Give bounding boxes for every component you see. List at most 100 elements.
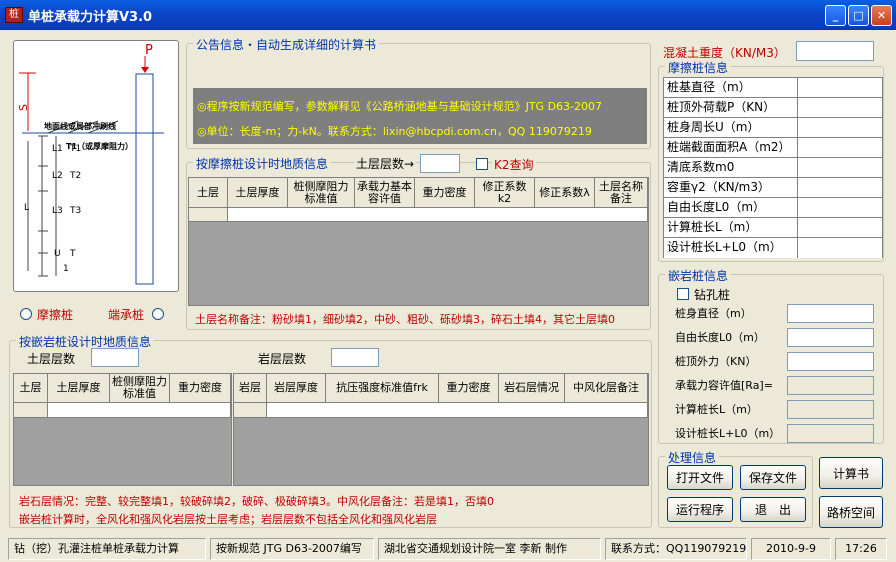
u-label: U — [54, 249, 61, 259]
rock-soil-table[interactable]: 土层 土层厚度 桩侧摩阻力标准值 重力密度 — [13, 373, 232, 486]
report-button[interactable]: 计算书 — [819, 457, 883, 489]
open-file-button[interactable]: 打开文件 — [667, 465, 733, 490]
rp-row-label: 自由长度L0（m） — [675, 331, 765, 344]
table-row[interactable] — [228, 208, 648, 222]
end-bearing-pile-radio[interactable] — [152, 308, 164, 320]
fp-value-cell[interactable] — [798, 218, 882, 238]
rl-col-header[interactable]: 岩石层情况 — [499, 374, 565, 403]
minimize-icon[interactable]: _ — [825, 5, 846, 26]
rock-soil-layers-input[interactable] — [91, 348, 139, 367]
fp-row-label: 桩顶外荷载P（KN） — [664, 98, 798, 118]
run-program-button[interactable]: 运行程序 — [667, 497, 733, 522]
close-icon[interactable]: ✕ — [871, 5, 892, 26]
fp-value-cell[interactable] — [798, 158, 882, 178]
fg-col-header[interactable]: 修正系数λ — [535, 178, 595, 208]
fg-col-header[interactable]: 土层名称备注 — [595, 178, 648, 208]
load-p-label: P — [145, 43, 153, 58]
table-row[interactable] — [267, 403, 648, 418]
fp-value-cell[interactable] — [798, 238, 882, 258]
rock-pile-allowable-output — [787, 376, 874, 395]
t1-label: T1 — [70, 144, 82, 154]
notice-title: 公告信息・自动生成详细的计算书 — [193, 36, 380, 53]
status-time: 17:26 — [835, 538, 887, 560]
status-spec: 按新规范 JTG D63-2007编写 — [210, 538, 374, 560]
friction-pile-table[interactable]: 桩基直径（m） 桩顶外荷载P（KN） 桩身周长U（m） 桩端截面面积A（m2） … — [663, 77, 883, 258]
fp-value-cell[interactable] — [798, 98, 882, 118]
length-l-label: L — [24, 203, 30, 213]
rp-row-label: 桩顶外力（KN） — [675, 355, 757, 368]
notice-line-2: ◎单位：长度-m；力-kN。联系方式：lixin@hbcpdi.com.cn，Q… — [197, 125, 592, 138]
rock-pile-diameter-input[interactable] — [787, 304, 874, 323]
fg-col-header[interactable]: 修正系数k2 — [475, 178, 535, 208]
rs-col-header[interactable]: 土层厚度 — [48, 374, 110, 403]
fg-col-header[interactable]: 土层 — [189, 178, 228, 208]
status-date: 2010-9-9 — [751, 538, 831, 560]
rock-pile-free-length-input[interactable] — [787, 328, 874, 347]
pile-diagram-svg — [19, 56, 164, 285]
fg-col-header[interactable]: 桩侧摩阻力标准值 — [288, 178, 355, 208]
processing-title: 处理信息 — [665, 449, 720, 466]
rock-layer-table[interactable]: 岩层 岩层厚度 抗压强度标准值frk 重力密度 岩石层情况 中风化层备注 — [233, 373, 649, 486]
rl-row-header — [234, 403, 267, 418]
fp-value-cell[interactable] — [798, 118, 882, 138]
rl-col-header[interactable]: 岩层 — [234, 374, 267, 403]
fp-row-label: 清底系数m0 — [664, 158, 798, 178]
rock-soil-layers-label: 土层层数 — [27, 352, 76, 366]
rock-pile-design-length-output — [787, 424, 874, 443]
rs-row-header — [14, 403, 48, 418]
window-title: 单桩承载力计算V3.0 — [28, 10, 153, 25]
friction-pile-radio[interactable] — [20, 308, 32, 320]
concrete-weight-input[interactable] — [796, 41, 874, 61]
fp-value-cell[interactable] — [798, 138, 882, 158]
friction-geology-table[interactable]: 土层 土层厚度 桩侧摩阻力标准值 承载力基本容许值 重力密度 修正系数k2 修正… — [188, 177, 649, 306]
l2-label: L2 — [52, 171, 63, 181]
rl-col-header[interactable]: 中风化层备注 — [565, 374, 648, 403]
fp-value-cell[interactable] — [798, 78, 882, 98]
bored-pile-checkbox[interactable] — [677, 288, 689, 300]
rp-row-label: 桩身直径（m） — [675, 307, 752, 320]
t3-label: T3 — [70, 206, 82, 216]
maximize-icon[interactable]: □ — [848, 5, 869, 26]
fg-col-header[interactable]: 重力密度 — [415, 178, 475, 208]
save-file-button[interactable]: 保存文件 — [740, 465, 806, 490]
exit-button[interactable]: 退 出 — [740, 497, 806, 522]
rl-col-header[interactable]: 岩层厚度 — [267, 374, 326, 403]
friction-geology-title: 按摩擦桩设计时地质信息 — [193, 155, 332, 172]
l1-label: L1 — [52, 144, 63, 154]
fg-col-header[interactable]: 土层厚度 — [228, 178, 288, 208]
rs-col-header[interactable]: 重力密度 — [170, 374, 231, 403]
friction-pile-label: 摩擦桩 — [37, 308, 74, 322]
rs-col-header[interactable]: 土层 — [14, 374, 48, 403]
t2-label: T2 — [70, 171, 82, 181]
rock-condition-note: 岩石层情况：完整、较完整填1，较破碎填2，破碎、极破碎填3。中风化层备注：若是填… — [19, 495, 494, 508]
l3-label: L3 — [52, 206, 63, 216]
fp-row-label: 桩基直径（m） — [664, 78, 798, 98]
rl-col-header[interactable]: 抗压强度标准值frk — [326, 374, 439, 403]
k2-query-label: K2查询 — [492, 156, 536, 173]
fp-row-label: 计算桩长L（m） — [664, 218, 798, 238]
status-author: 湖北省交通规划设计院一室 李新 制作 — [378, 538, 601, 560]
title-bar[interactable]: 桩 单桩承载力计算V3.0 _ □ ✕ — [0, 0, 896, 30]
fp-value-cell[interactable] — [798, 178, 882, 198]
friction-pile-title: 摩擦桩信息 — [665, 59, 732, 76]
rock-pile-top-force-input[interactable] — [787, 352, 874, 371]
friction-soil-layers-input[interactable] — [420, 154, 460, 173]
rp-row-label: 承载力容许值[Ra]= — [675, 379, 773, 392]
rock-calc-note: 嵌岩桩计算时，全风化和强风化岩层按土层考虑；岩层层数不包括全风化和强风化岩层 — [19, 513, 437, 526]
bridge-space-button[interactable]: 路桥空间 — [819, 496, 883, 528]
rl-col-header[interactable]: 重力密度 — [439, 374, 499, 403]
rock-pile-title: 嵌岩桩信息 — [665, 267, 732, 284]
fg-col-header[interactable]: 承载力基本容许值 — [355, 178, 415, 208]
app-icon[interactable]: 桩 — [5, 7, 23, 23]
ground-line-label: 地面线或局部冲刷线 — [44, 122, 116, 131]
settlement-s-label: S — [16, 104, 30, 111]
rp-row-label: 设计桩长L+L0（m） — [675, 427, 781, 440]
table-row[interactable] — [48, 403, 231, 418]
rp-row-label: 计算桩长L（m） — [675, 403, 758, 416]
fp-value-cell[interactable] — [798, 198, 882, 218]
rock-layers-input[interactable] — [331, 348, 379, 367]
k2-query-checkbox[interactable] — [476, 158, 488, 170]
end-bearing-pile-label: 端承桩 — [108, 308, 145, 322]
rs-col-header[interactable]: 桩侧摩阻力标准值 — [110, 374, 170, 403]
soil-layers-arrow-label: 土层层数→ — [354, 155, 417, 172]
